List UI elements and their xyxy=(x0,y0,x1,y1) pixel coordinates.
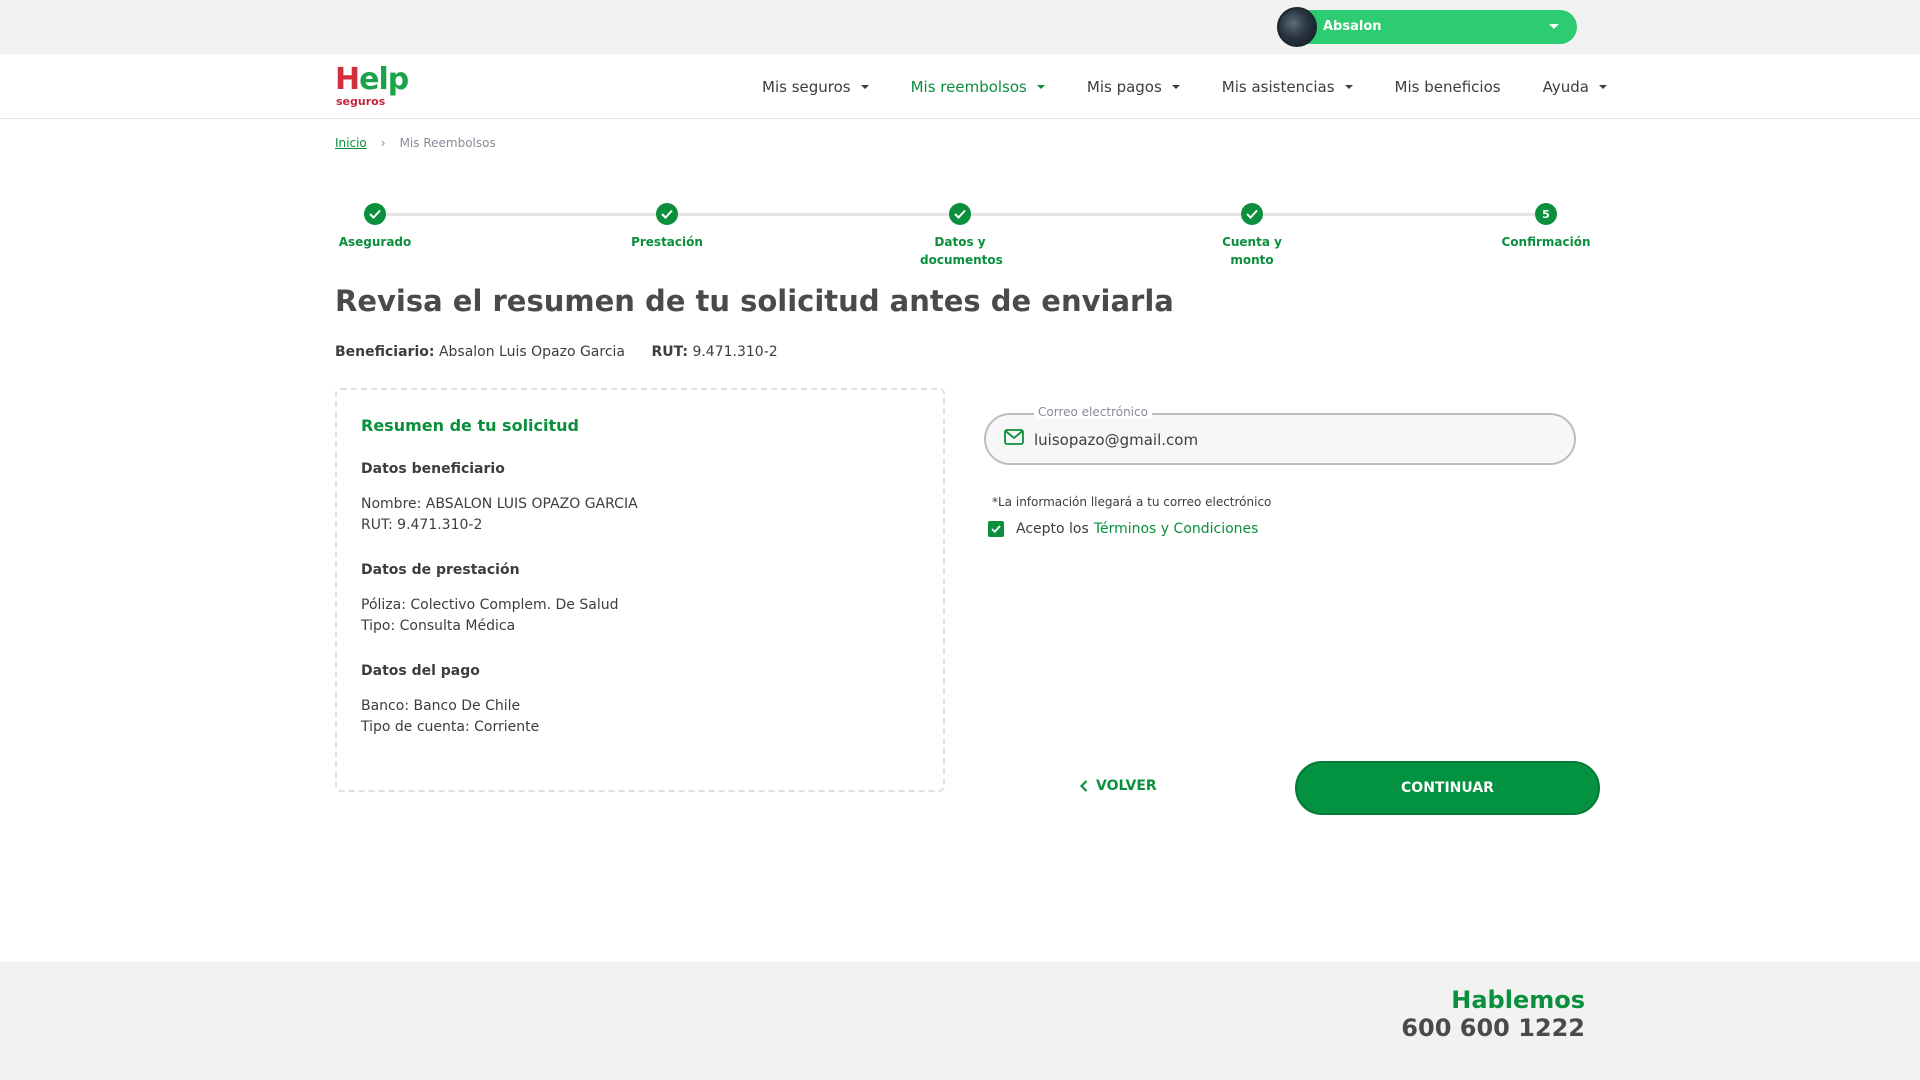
caret-down-icon xyxy=(860,84,869,89)
top-strip: Absalon xyxy=(0,0,1920,54)
summary-line: RUT: 9.471.310-2 xyxy=(361,517,483,533)
section-body-prestacion: Póliza: Colectivo Complem. De Salud Tipo… xyxy=(361,595,919,637)
summary-title: Resumen de tu solicitud xyxy=(361,416,579,435)
mail-icon xyxy=(1004,429,1024,449)
step-prestacion: Prestación xyxy=(607,200,727,251)
section-title-pago: Datos del pago xyxy=(361,663,480,679)
step-label: Prestación xyxy=(631,235,703,249)
nav-item-label: Mis asistencias xyxy=(1221,77,1335,96)
beneficiary-label: Beneficiario: xyxy=(335,344,435,360)
section-title-beneficiario: Datos beneficiario xyxy=(361,461,505,477)
terms-link[interactable]: Términos y Condiciones xyxy=(1094,521,1259,537)
nav-item-label: Mis beneficios xyxy=(1394,77,1501,96)
beneficiary-info: Beneficiario: Absalon Luis Opazo Garcia … xyxy=(335,344,778,360)
step-confirmacion: 5 Confirmación xyxy=(1486,200,1606,251)
section-body-beneficiario: Nombre: ABSALON LUIS OPAZO GARCIA RUT: 9… xyxy=(361,494,919,536)
page-title: Revisa el resumen de tu solicitud antes … xyxy=(335,284,1174,318)
summary-line: Tipo de cuenta: Corriente xyxy=(361,719,540,735)
rut-label: RUT: xyxy=(651,344,688,360)
request-summary-card: Resumen de tu solicitud Datos beneficiar… xyxy=(335,388,945,792)
chevron-left-icon xyxy=(1080,780,1088,792)
caret-down-icon xyxy=(1598,84,1607,89)
nav-item-label: Mis reembolsos xyxy=(910,77,1027,96)
rut-value: 9.471.310-2 xyxy=(692,344,778,360)
nav-item-mis-seguros[interactable]: Mis seguros xyxy=(762,78,869,96)
breadcrumb-home-link[interactable]: Inicio xyxy=(335,136,367,150)
terms-checkbox[interactable] xyxy=(988,521,1004,537)
main-navbar: Help seguros Mis seguros Mis reembolsos … xyxy=(0,54,1920,119)
breadcrumb-current: Mis Reembolsos xyxy=(399,136,496,150)
section-body-pago: Banco: Banco De Chile Tipo de cuenta: Co… xyxy=(361,696,919,738)
back-button[interactable]: VOLVER xyxy=(1080,778,1157,794)
logo-text: Help xyxy=(335,62,409,97)
terms-prefix: Acepto los xyxy=(1016,521,1089,537)
nav-item-label: Mis seguros xyxy=(762,77,851,96)
step-datos-documentos: Datos y documentos xyxy=(900,200,1020,269)
email-field-label: Correo electrónico xyxy=(1034,405,1152,419)
step-number: 5 xyxy=(1535,203,1557,225)
step-label: Cuenta y monto xyxy=(1222,235,1282,267)
check-icon xyxy=(1241,203,1263,225)
nav-item-mis-asistencias[interactable]: Mis asistencias xyxy=(1222,78,1353,96)
nav-menu: Mis seguros Mis reembolsos Mis pagos Mis… xyxy=(762,54,1607,119)
nav-item-mis-reembolsos[interactable]: Mis reembolsos xyxy=(911,78,1045,96)
user-menu-button[interactable]: Absalon xyxy=(1277,7,1577,47)
terms-row: Acepto los Términos y Condiciones xyxy=(988,521,1258,537)
nav-item-mis-pagos[interactable]: Mis pagos xyxy=(1087,78,1180,96)
user-name: Absalon xyxy=(1323,19,1382,34)
check-icon xyxy=(656,203,678,225)
help-seguros-logo[interactable]: Help seguros xyxy=(335,62,415,110)
nav-item-label: Ayuda xyxy=(1542,77,1589,96)
footer: Hablemos 600 600 1222 xyxy=(0,962,1920,1080)
email-note: *La información llegará a tu correo elec… xyxy=(992,495,1272,509)
caret-down-icon xyxy=(1344,84,1353,89)
back-button-label: VOLVER xyxy=(1096,778,1157,794)
progress-stepper: Asegurado Prestación Datos y documentos … xyxy=(335,200,1595,280)
check-icon xyxy=(364,203,386,225)
section-title-prestacion: Datos de prestación xyxy=(361,562,520,578)
breadcrumb-separator: › xyxy=(380,136,386,150)
breadcrumb: Inicio › Mis Reembolsos xyxy=(335,136,496,150)
nav-item-mis-beneficios[interactable]: Mis beneficios xyxy=(1395,78,1501,96)
summary-line: Nombre: ABSALON LUIS OPAZO GARCIA xyxy=(361,496,638,512)
footer-title: Hablemos xyxy=(1451,986,1585,1014)
step-label: Datos y documentos xyxy=(920,235,1003,267)
summary-line: Tipo: Consulta Médica xyxy=(361,618,516,634)
step-cuenta-monto: Cuenta y monto xyxy=(1192,200,1312,269)
nav-item-label: Mis pagos xyxy=(1086,77,1162,96)
beneficiary-value: Absalon Luis Opazo Garcia xyxy=(438,344,626,360)
caret-down-icon xyxy=(1171,84,1180,89)
step-label: Confirmación xyxy=(1501,235,1591,249)
logo-subtext: seguros xyxy=(336,95,386,108)
summary-line: Banco: Banco De Chile xyxy=(361,698,521,714)
footer-phone[interactable]: 600 600 1222 xyxy=(1401,1014,1585,1042)
avatar xyxy=(1277,7,1317,47)
email-field[interactable]: Correo electrónico luisopazo@gmail.com xyxy=(984,405,1576,465)
step-label: Asegurado xyxy=(338,235,412,249)
caret-down-icon xyxy=(1036,84,1045,89)
summary-line: Póliza: Colectivo Complem. De Salud xyxy=(361,597,619,613)
step-asegurado: Asegurado xyxy=(315,200,435,251)
chevron-down-icon xyxy=(1549,24,1559,29)
email-value: luisopazo@gmail.com xyxy=(1034,431,1199,449)
nav-item-ayuda[interactable]: Ayuda xyxy=(1543,78,1607,96)
continue-button[interactable]: CONTINUAR xyxy=(1295,761,1600,815)
check-icon xyxy=(949,203,971,225)
